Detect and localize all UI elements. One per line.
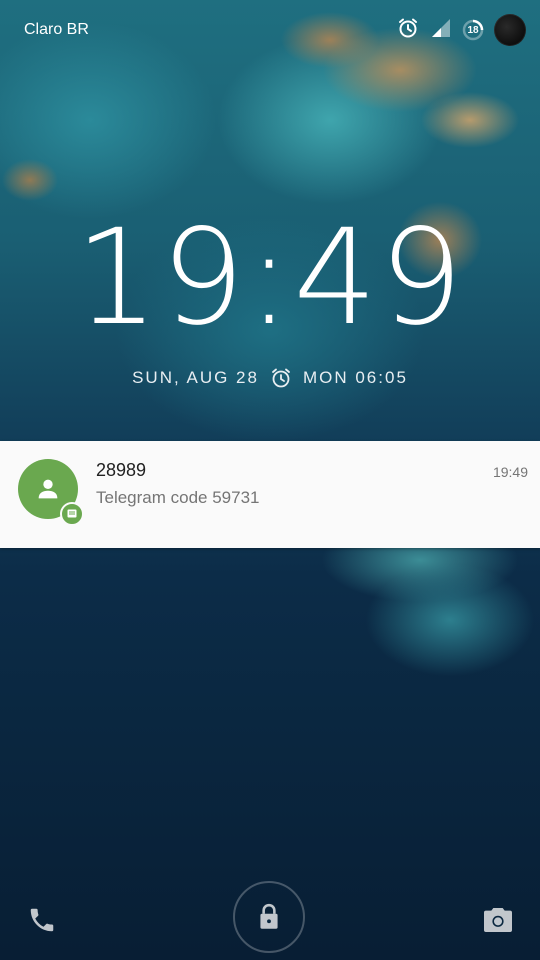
battery-icon: 18 [462,19,484,41]
notification-title: 28989 [96,460,147,480]
date-text: SUN, AUG 28 [132,368,259,387]
lockscreen: Claro BR 18 19:49 SUN, AUG 28 MON 06:05 … [0,0,540,960]
alarm-icon [396,16,420,44]
phone-shortcut[interactable] [24,902,60,938]
camera-shortcut[interactable] [480,902,516,938]
next-alarm-text: MON 06:05 [302,368,408,387]
phone-icon [30,908,54,932]
bottom-bar [0,870,540,960]
message-icon [60,502,84,526]
carrier-name: Claro BR [24,21,89,38]
avatar[interactable] [494,14,526,46]
lockscreen-clock: 19:49 [74,201,466,355]
person-icon [38,479,58,499]
battery-level: 18 [467,24,479,36]
date-row: SUN, AUG 28 MON 06:05 [0,366,540,390]
alarm-icon [269,366,293,390]
lock-icon [260,903,278,929]
notification-text: Telegram code 59731 [96,488,260,507]
status-icons: 18 [396,12,526,48]
notification-time: 19:49 [492,464,528,480]
signal-icon [430,17,452,43]
status-bar: Claro BR 18 [0,0,540,60]
unlock-button[interactable] [233,881,305,953]
notification-card[interactable]: 28989 Telegram code 59731 19:49 [0,441,540,548]
camera-icon [484,908,512,932]
